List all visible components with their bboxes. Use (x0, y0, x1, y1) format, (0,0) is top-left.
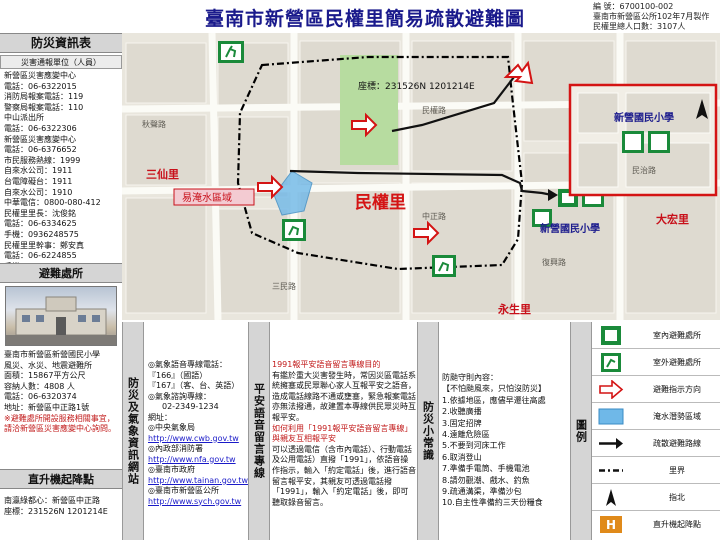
indoor-shelter-icon (622, 131, 644, 153)
contact-line: 市民服務熱線：1999 (4, 155, 81, 165)
school-inset-label: 新營國民小學 (614, 111, 674, 124)
neighbor-label: 永生里 (497, 302, 531, 316)
nfa-link[interactable]: http://www.nfa.gov.tw (148, 455, 248, 466)
contact-line: 中山派出所 (4, 113, 44, 123)
shelter-title: 避難處所 (0, 263, 122, 283)
made-by: 臺南市新營區公所102年7月製作 (593, 12, 710, 21)
shelter-info: 臺南市新營區新營國民小學 風災、水災、地震避難所 面積：15867平方公尺 容納人數：… (4, 350, 120, 435)
flood-label: 易淹水區域 (182, 191, 232, 204)
indoor-shelter-icon (601, 326, 621, 345)
direction-arrow-icon (599, 380, 624, 399)
page-title: 臺南市新營區民權里簡易疏散避難圖 (204, 8, 525, 30)
contact-line: 手機：0936248575 (4, 229, 79, 239)
contact-line: 電話：06-6322306 (4, 123, 77, 133)
map-canvas: 座標：231526N 1201214E 民權里 三仙里 大宏里 永生里 新營國民… (122, 33, 720, 320)
sych-link[interactable]: http://www.sych.gov.tw (148, 497, 248, 508)
tips-list: 防颱守則內容： 【不怕颱風來，只怕沒防災】 1.依據地區，應儘早遷往高處 2.收… (442, 373, 546, 508)
heli-info: 南瀛綠都心：新營區中正路 座標：231526N 1201214E (4, 495, 120, 517)
contact-line: 電話：06-6322015 (4, 81, 77, 91)
contact-line: 自來水公司：1911 (4, 166, 73, 176)
contact-line: 消防局報案電話：119 (4, 92, 84, 102)
population: 民權里總人口數：3107人 (593, 22, 686, 31)
street-label: 民治路 (632, 165, 656, 175)
evac-route-icon (599, 438, 623, 449)
header: 臺南市新營區民權里簡易疏散避難圖 編 號：6700100-002 臺南市新營區公… (0, 0, 720, 33)
contact-line: 自來水公司：1910 (4, 187, 73, 197)
legend-item: 指北 (592, 484, 720, 511)
map-code: 編 號：6700100-002 (593, 2, 674, 11)
tips-title: 防災小常識 (417, 322, 439, 540)
helipad-icon: H (600, 516, 622, 533)
contact-line: 民權里里長：沈俊銘 (4, 208, 76, 218)
shelter-line: 風災、水災、地震避難所 (4, 360, 92, 370)
contact-line: 新營區災害應變中心 (4, 134, 76, 144)
contact-line: 電話：06-6224855 (4, 251, 77, 261)
contact-line: 民權里里幹事：鄭安真 (4, 240, 84, 250)
outdoor-shelter-icon (282, 219, 306, 241)
contact-line: 電話：06-6376652 (4, 145, 77, 155)
tainan-link[interactable]: http://www.tainan.gov.tw (148, 476, 248, 487)
shelter-line: 臺南市新營區新營國民小學 (4, 350, 100, 359)
legend-item: 淹水潛勢區域 (592, 403, 720, 430)
neighbor-label: 三仙里 (146, 167, 179, 181)
contact-line: 中華電信：0800-080-412 (4, 198, 101, 208)
info-title: 防災資訊表 (0, 33, 122, 53)
school-yard (340, 55, 398, 165)
heli-title: 直升機起降點 (0, 469, 122, 489)
school-label: 新營國民小學 (540, 222, 600, 235)
radio-title: 平安語音留言專線 (248, 322, 270, 540)
legend-item: 里界 (592, 457, 720, 484)
shelter-line: 容納人數：4808 人 (4, 381, 75, 391)
shelter-line: 面積：15867平方公尺 (4, 371, 86, 381)
radio-info: 1991報平安語音留言專線目的 有鑑於重大災害發生時，常因災區電話系統擁塞或民眾… (272, 360, 416, 507)
contact-list: 新營區災害應變中心 電話：06-6322015 消防局報案電話：119 警察局報案電話… (4, 71, 120, 272)
neighbor-label: 大宏里 (656, 212, 689, 226)
shelter-line: ※避難處所開設服務相關事宜，請洽新營區災害應變中心詢問。 (4, 413, 116, 434)
outdoor-shelter-icon (648, 131, 670, 153)
contact-line: 台電障礙台：1911 (4, 176, 73, 186)
info-column: 防災資訊表 災害通報單位（人員） 新營區災害應變中心 電話：06-6322015 消… (0, 33, 122, 540)
legend-item: 疏散避難路線 (592, 430, 720, 457)
coord-label: 座標：231526N 1201214E (358, 80, 475, 92)
street-label: 民權路 (422, 105, 446, 115)
flood-area-icon (598, 408, 624, 425)
svg-text:H: H (606, 518, 616, 532)
legend-item: H 直升機起降點 (592, 511, 720, 538)
boundary-line-icon (599, 469, 623, 472)
shelter-line: 地址：新營區中正路1號 (4, 402, 90, 412)
legend: 室內避難處所 室外避難處所 避難指示方向 淹水潛勢區域 疏散避難路線 里界 指北… (592, 322, 720, 540)
street-label: 秋聲路 (142, 119, 166, 129)
street-label: 三民路 (272, 281, 296, 291)
map-metadata: 編 號：6700100-002 臺南市新營區公所102年7月製作 民權里總人口數… (593, 2, 709, 32)
shelter-line: 電話：06-6320374 (4, 392, 77, 402)
unit-title: 災害通報單位（人員） (0, 55, 122, 69)
shelter-photo (5, 286, 117, 346)
heli-location: 南瀛綠都心：新營區中正路 (4, 496, 100, 505)
web-title: 防災及氣象資訊網站 (122, 322, 144, 540)
street-label: 復興路 (542, 257, 566, 267)
street-label: 中正路 (422, 211, 446, 221)
heli-coord: 座標：231526N 1201214E (4, 507, 108, 516)
outdoor-shelter-icon (601, 353, 621, 372)
legend-title: 圖例 (570, 322, 592, 540)
cwb-link[interactable]: http://www.cwb.gov.tw (148, 434, 248, 445)
legend-item: 避難指示方向 (592, 376, 720, 403)
evacuation-map: 座標：231526N 1201214E 民權里 三仙里 大宏里 永生里 新營國民… (122, 33, 720, 320)
web-info: ◎氣象語音專線電話： 『166』（國語） 『167』（客、台、英語） ◎氣象諮詢… (148, 360, 249, 508)
contact-line: 新營區災害應變中心 (4, 71, 76, 80)
outdoor-shelter-icon (218, 41, 244, 63)
legend-item: 室內避難處所 (592, 322, 720, 349)
outdoor-shelter-icon (432, 255, 456, 277)
contact-line: 警察局報案電話：110 (4, 102, 84, 112)
village-label: 民權里 (355, 193, 406, 213)
contact-line: 電話：06-6334625 (4, 219, 77, 229)
north-arrow-icon (606, 489, 616, 506)
legend-item: 室外避難處所 (592, 349, 720, 376)
